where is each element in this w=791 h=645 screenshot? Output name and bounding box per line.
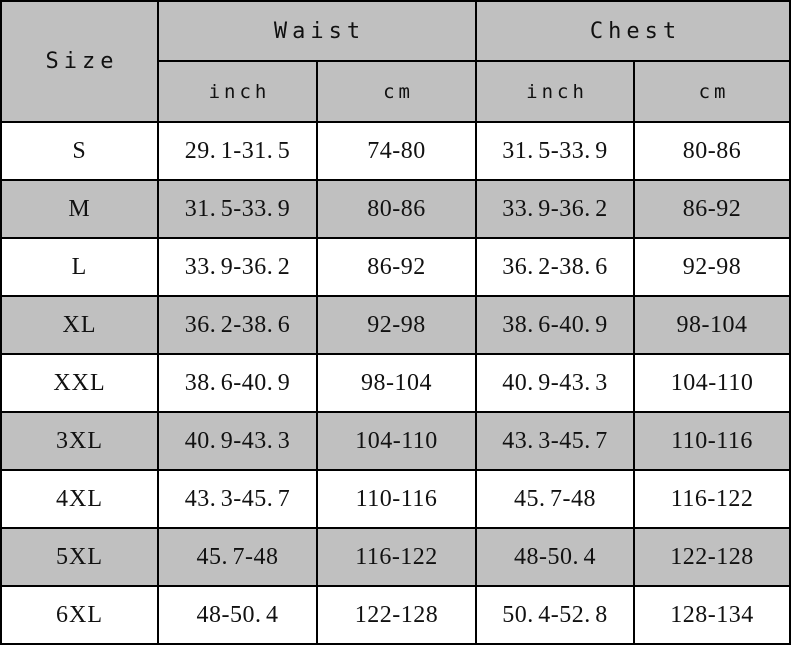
- size-chart-container: Size Waist Chest inch cm inch cm S 29.1-3…: [0, 0, 791, 645]
- cell-chest-cm: 110-116: [633, 411, 791, 471]
- header-waist-cm: cm: [315, 60, 478, 123]
- cell-size: XL: [0, 295, 159, 355]
- table-row: XXL 38.6-40.9 98-104 40.9-43.3 104-110: [0, 353, 791, 413]
- table-row: S 29.1-31.5 74-80 31.5-33.9 80-86: [0, 121, 791, 181]
- cell-size: 4XL: [0, 469, 159, 529]
- header-group-waist: Waist: [156, 0, 478, 62]
- cell-chest-cm: 80-86: [633, 121, 791, 181]
- cell-chest-inch: 43.3-45.7: [475, 411, 636, 471]
- header-row-groups: Size Waist Chest: [0, 0, 791, 123]
- cell-waist-cm: 86-92: [315, 237, 478, 297]
- table-header: Size Waist Chest inch cm inch cm: [0, 0, 791, 123]
- header-waist-inch: inch: [157, 60, 318, 123]
- cell-chest-cm: 128-134: [633, 585, 791, 645]
- cell-size: XXL: [0, 353, 159, 413]
- cell-waist-cm: 74-80: [315, 121, 478, 181]
- cell-chest-inch: 45.7-48: [475, 469, 636, 529]
- header-group-chest: Chest: [475, 0, 791, 62]
- cell-size: L: [0, 237, 159, 297]
- cell-chest-cm: 86-92: [633, 179, 791, 239]
- table-row: L 33.9-36.2 86-92 36.2-38.6 92-98: [0, 237, 791, 297]
- cell-chest-cm: 104-110: [633, 353, 791, 413]
- cell-waist-cm: 110-116: [315, 469, 478, 529]
- cell-waist-cm: 80-86: [315, 179, 478, 239]
- cell-waist-cm: 122-128: [315, 585, 478, 645]
- table-row: XL 36.2-38.6 92-98 38.6-40.9 98-104: [0, 295, 791, 355]
- table-row: 3XL 40.9-43.3 104-110 43.3-45.7 110-116: [0, 411, 791, 471]
- cell-waist-inch: 48-50.4: [157, 585, 318, 645]
- header-chest-cm: cm: [633, 60, 791, 123]
- cell-size: 5XL: [0, 527, 159, 587]
- cell-waist-inch: 29.1-31.5: [157, 121, 318, 181]
- cell-size: 6XL: [0, 585, 159, 645]
- cell-waist-inch: 38.6-40.9: [157, 353, 318, 413]
- cell-waist-cm: 116-122: [315, 527, 478, 587]
- cell-waist-cm: 104-110: [315, 411, 478, 471]
- table-row: 4XL 43.3-45.7 110-116 45.7-48 116-122: [0, 469, 791, 529]
- cell-waist-inch: 31.5-33.9: [157, 179, 318, 239]
- table-row: 5XL 45.7-48 116-122 48-50.4 122-128: [0, 527, 791, 587]
- cell-chest-inch: 50.4-52.8: [475, 585, 636, 645]
- cell-chest-cm: 92-98: [633, 237, 791, 297]
- cell-chest-inch: 33.9-36.2: [475, 179, 636, 239]
- cell-waist-cm: 92-98: [315, 295, 478, 355]
- cell-chest-inch: 38.6-40.9: [475, 295, 636, 355]
- cell-size: S: [0, 121, 159, 181]
- cell-chest-inch: 31.5-33.9: [475, 121, 636, 181]
- cell-waist-cm: 98-104: [315, 353, 478, 413]
- cell-waist-inch: 33.9-36.2: [157, 237, 318, 297]
- cell-waist-inch: 45.7-48: [157, 527, 318, 587]
- cell-size: M: [0, 179, 159, 239]
- cell-chest-cm: 116-122: [633, 469, 791, 529]
- header-size: Size: [0, 0, 159, 123]
- size-chart-table: Size Waist Chest inch cm inch cm S 29.1-3…: [0, 0, 791, 645]
- cell-chest-inch: 40.9-43.3: [475, 353, 636, 413]
- cell-size: 3XL: [0, 411, 159, 471]
- cell-waist-inch: 36.2-38.6: [157, 295, 318, 355]
- cell-waist-inch: 40.9-43.3: [157, 411, 318, 471]
- cell-waist-inch: 43.3-45.7: [157, 469, 318, 529]
- cell-chest-inch: 48-50.4: [475, 527, 636, 587]
- table-row: M 31.5-33.9 80-86 33.9-36.2 86-92: [0, 179, 791, 239]
- cell-chest-inch: 36.2-38.6: [475, 237, 636, 297]
- cell-chest-cm: 98-104: [633, 295, 791, 355]
- header-chest-inch: inch: [475, 60, 636, 123]
- table-row: 6XL 48-50.4 122-128 50.4-52.8 128-134: [0, 585, 791, 645]
- cell-chest-cm: 122-128: [633, 527, 791, 587]
- table-body: S 29.1-31.5 74-80 31.5-33.9 80-86 M 31.5-33.9 8…: [0, 121, 791, 645]
